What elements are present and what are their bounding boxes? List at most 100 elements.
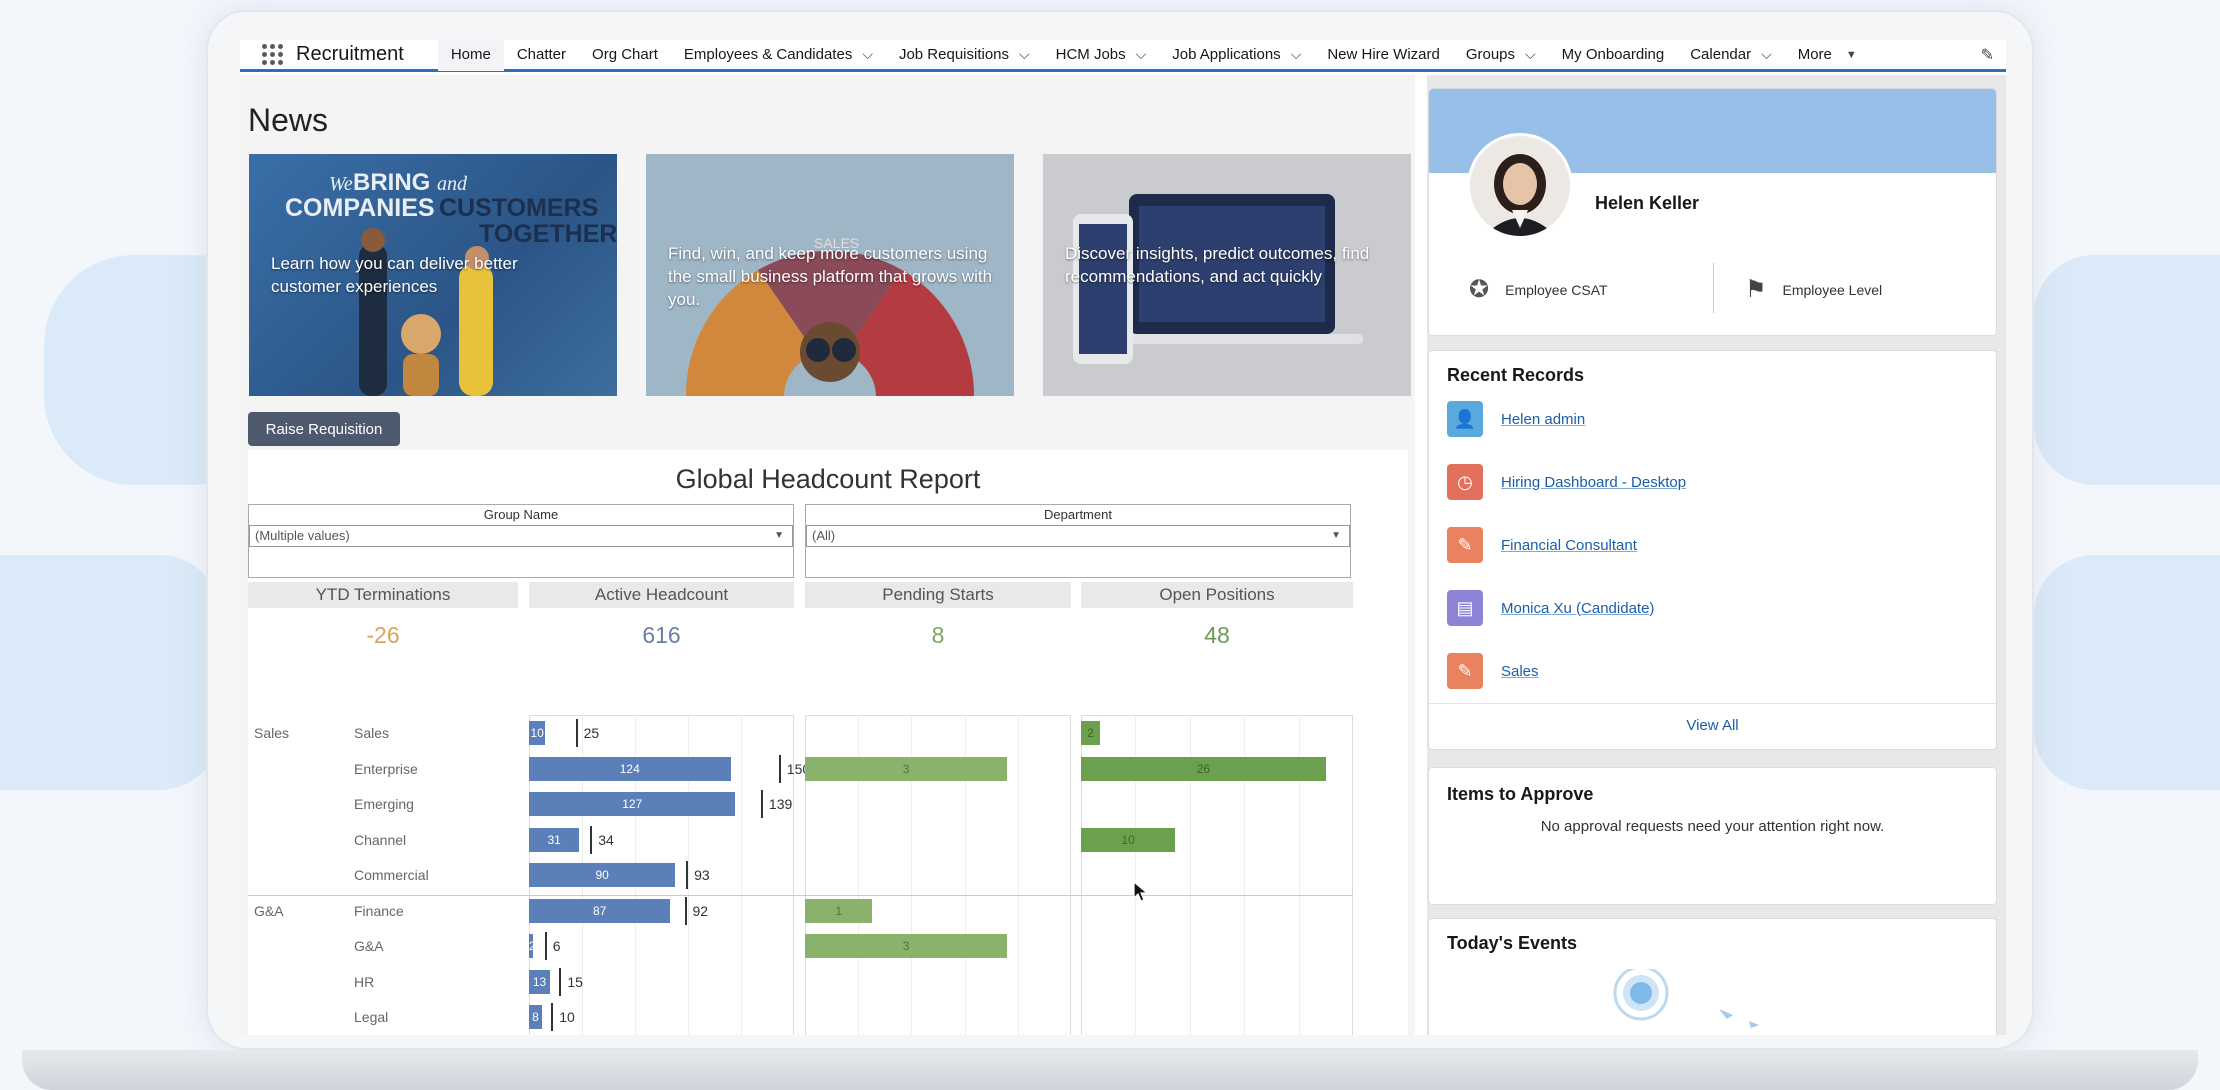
active-bar: 2: [529, 934, 536, 958]
edit-nav-icon[interactable]: ✎: [1981, 45, 1994, 65]
target-line: [551, 1003, 554, 1031]
nav-item-org-chart[interactable]: Org Chart: [579, 40, 671, 71]
headcount-chart: Sales Sales 10 25 2 Enterprise 124 150 3 26 Emergi…: [248, 715, 1408, 1035]
svg-text:BRING: BRING: [353, 169, 430, 196]
chevron-down-icon[interactable]: ⌵: [1291, 46, 1302, 63]
chevron-down-icon[interactable]: ⌵: [862, 46, 873, 63]
group-label: G&A: [254, 902, 284, 919]
metric-csat[interactable]: ✪ Employee CSAT: [1469, 275, 1608, 304]
nav-item-job-requisitions[interactable]: Job Requisitions ⌵: [886, 40, 1043, 71]
filter-select[interactable]: (Multiple values) ▼: [249, 525, 793, 547]
filter-group-name[interactable]: Group Name (Multiple values) ▼: [248, 504, 794, 578]
recent-record-link[interactable]: Sales: [1501, 663, 1539, 680]
nav-item-groups[interactable]: Groups ⌵: [1453, 40, 1549, 71]
view-all-link[interactable]: View All: [1429, 717, 1996, 734]
chevron-down-icon[interactable]: ⌵: [1525, 46, 1536, 63]
recent-record-item[interactable]: ✎ Sales: [1447, 653, 1539, 689]
news-card-3[interactable]: Discover insights, predict outcomes, fin…: [1043, 154, 1411, 396]
nav-item-label: Chatter: [516, 46, 567, 63]
open-bar: 10: [1081, 827, 1176, 852]
recent-record-link[interactable]: Helen admin: [1501, 411, 1585, 428]
flag-icon: ⚑: [1745, 276, 1767, 303]
nav-item-label: Groups: [1465, 46, 1516, 63]
avatar[interactable]: [1467, 133, 1573, 239]
recent-record-link[interactable]: Monica Xu (Candidate): [1501, 600, 1654, 617]
active-bar: 13: [529, 969, 551, 994]
nav-item-my-onboarding[interactable]: My Onboarding: [1549, 40, 1678, 71]
target-line: [590, 825, 593, 854]
target-value: 6: [552, 938, 561, 954]
recent-record-item[interactable]: ▤ Monica Xu (Candidate): [1447, 590, 1654, 626]
pencil-icon: ✎: [1447, 527, 1483, 563]
recent-record-item[interactable]: 👤 Helen admin: [1447, 401, 1585, 437]
report-title: Global Headcount Report: [675, 464, 981, 494]
approve-title: Items to Approve: [1447, 784, 1594, 804]
recent-record-link[interactable]: Hiring Dashboard - Desktop: [1501, 474, 1686, 491]
row-label: Enterprise: [354, 760, 418, 777]
nav-item-employees-candidates[interactable]: Employees & Candidates ⌵: [671, 40, 886, 71]
contact-card-icon: ▤: [1447, 590, 1483, 626]
filter-department[interactable]: Department (All) ▼: [805, 504, 1351, 578]
nav-item-label: Home: [450, 46, 491, 63]
filter-select[interactable]: (All) ▼: [806, 525, 1350, 547]
app-name: Recruitment: [296, 43, 404, 65]
caret-down-icon[interactable]: ▼: [1846, 49, 1857, 61]
target-line: [760, 790, 763, 818]
open-bar: 26: [1081, 756, 1326, 781]
filter-label: Group Name: [483, 507, 559, 522]
raise-requisition-button[interactable]: Raise Requisition: [248, 412, 400, 446]
divider: [1713, 263, 1714, 313]
app-launcher-icon[interactable]: [262, 44, 284, 66]
award-icon: ✪: [1469, 276, 1490, 303]
kpi-header-open: Open Positions: [1081, 582, 1353, 608]
items-to-approve-card: Items to Approve No approval requests ne…: [1428, 767, 1997, 905]
nav-item-label: Employees & Candidates: [683, 46, 853, 63]
nav-item-label: More: [1797, 46, 1832, 63]
nav-item-calendar[interactable]: Calendar ⌵: [1677, 40, 1785, 71]
news-card-2-text: Find, win, and keep more customers using…: [668, 244, 993, 309]
target-value: 15: [567, 973, 583, 990]
filter-value: (Multiple values): [255, 528, 350, 543]
nav-item-label: Job Requisitions: [898, 46, 1010, 63]
chevron-down-icon[interactable]: ⌵: [1136, 46, 1147, 63]
headcount-report: Global Headcount Report Group Name (Mult…: [248, 450, 1408, 1035]
svg-text:TOGETHER: TOGETHER: [479, 220, 617, 248]
nav-item-label: HCM Jobs: [1055, 46, 1126, 63]
filter-value: (All): [812, 528, 836, 543]
active-bar: 127: [529, 792, 736, 816]
recent-record-item[interactable]: ✎ Financial Consultant: [1447, 527, 1637, 563]
recent-records-card: Recent Records 👤 Helen admin ◷ Hiring Dashb…: [1428, 350, 1997, 750]
nav-item-job-applications[interactable]: Job Applications ⌵: [1159, 40, 1314, 71]
nav-item-new-hire-wizard[interactable]: New Hire Wizard: [1314, 40, 1453, 71]
row-label: Finance: [354, 902, 404, 919]
metric-level[interactable]: ⚑ Employee Level: [1745, 275, 1882, 304]
events-title: Today's Events: [1447, 933, 1577, 953]
nav-item-label: My Onboarding: [1561, 46, 1665, 63]
target-value: 92: [692, 902, 709, 919]
recent-record-link[interactable]: Financial Consultant: [1501, 537, 1637, 554]
group-separator: [248, 894, 1353, 896]
target-value: 139: [768, 796, 793, 812]
chevron-down-icon[interactable]: ⌵: [1019, 46, 1030, 63]
nav-item-chatter[interactable]: Chatter: [504, 40, 579, 71]
user-icon: 👤: [1447, 401, 1483, 437]
kpi-value-terminations: -26: [366, 622, 400, 648]
nav-item-home[interactable]: Home: [437, 40, 504, 71]
nav-item-hcm-jobs[interactable]: HCM Jobs ⌵: [1043, 40, 1160, 71]
pending-bar: 3: [805, 934, 1008, 958]
kpi-header-active: Active Headcount: [529, 582, 794, 608]
nav-item-label: Job Applications: [1172, 46, 1281, 63]
news-card-1[interactable]: We BRING and COMPANIES CUSTOMERS TOGETHE…: [249, 154, 617, 396]
open-bar: 2: [1081, 721, 1100, 745]
kpi-header-pending: Pending Starts: [805, 582, 1071, 608]
chevron-down-icon[interactable]: ⌵: [1761, 46, 1772, 63]
todays-events-card: Today's Events: [1428, 918, 1997, 1035]
news-card-2[interactable]: SALES Find, win, and keep more customers…: [646, 154, 1014, 396]
avatar-photo: [1470, 136, 1570, 236]
kpi-value-active: 616: [642, 622, 681, 648]
recent-record-item[interactable]: ◷ Hiring Dashboard - Desktop: [1447, 464, 1686, 500]
metric-label: Employee Level: [1782, 281, 1883, 298]
nav-item-more[interactable]: More ▼: [1785, 40, 1870, 71]
mouse-cursor-icon: [1133, 880, 1149, 902]
active-bar: 124: [529, 756, 731, 781]
